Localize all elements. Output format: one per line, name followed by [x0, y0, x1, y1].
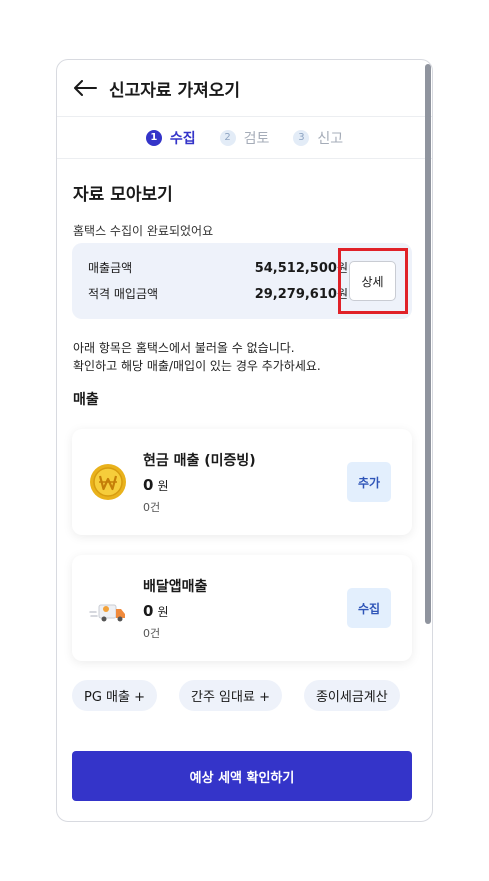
back-arrow-icon[interactable]: [73, 78, 99, 98]
card-count: 0건: [143, 501, 161, 514]
collection-status-text: 홈택스 수집이 완료되었어요: [73, 224, 214, 238]
notice-line-2: 확인하고 해당 매출/매입이 있는 경우 추가하세요.: [73, 359, 321, 373]
purchase-amount-row: 적격 매입금액 29,279,610원: [88, 285, 348, 302]
card-amount-number: 0: [143, 602, 154, 620]
detail-button[interactable]: 상세: [349, 261, 396, 301]
step-collect: 1 수집: [145, 128, 196, 148]
step-number: 3: [293, 129, 310, 146]
sales-amount-label: 매출금액: [88, 261, 133, 275]
notice-text: 아래 항목은 홈택스에서 불러올 수 없습니다. 확인하고 해당 매출/매입이 …: [73, 339, 321, 375]
page-title: 신고자료 가져오기: [109, 80, 241, 101]
card-title: 배달앱매출: [143, 579, 208, 595]
step-label: 수집: [169, 130, 196, 147]
sales-heading: 매출: [73, 392, 99, 408]
delivery-sales-card: 배달앱매출 0원 0건 수집: [72, 555, 412, 661]
scrollbar[interactable]: [425, 64, 431, 624]
step-label: 검토: [243, 130, 270, 147]
card-title: 현금 매출 (미증빙): [143, 453, 256, 469]
step-number: 1: [145, 129, 162, 146]
add-item-chips: PG 매출 + 간주 임대료 + 종이세금계산: [72, 680, 412, 712]
add-cash-sales-button[interactable]: 추가: [347, 462, 391, 502]
sales-amount-number: 54,512,500: [254, 261, 337, 276]
sales-amount-row: 매출금액 54,512,500원: [88, 259, 348, 276]
delivery-truck-icon: [88, 588, 128, 628]
purchase-amount-label: 적격 매입금액: [88, 287, 159, 301]
card-amount-unit: 원: [157, 479, 169, 493]
step-file: 3 신고: [293, 128, 343, 148]
step-number: 2: [219, 129, 236, 146]
step-review: 2 검토: [219, 128, 270, 148]
card-amount-number: 0: [143, 476, 154, 494]
collect-delivery-sales-button[interactable]: 수집: [347, 588, 391, 628]
card-amount: 0원: [143, 476, 168, 494]
step-label: 신고: [317, 130, 344, 147]
chip-pg-sales[interactable]: PG 매출 +: [72, 680, 157, 711]
progress-stepper: 1 수집 2 검토 3 신고: [57, 117, 432, 159]
estimate-tax-button[interactable]: 예상 세액 확인하기: [72, 751, 412, 801]
purchase-amount-number: 29,279,610: [254, 287, 337, 302]
section-title: 자료 모아보기: [73, 185, 173, 205]
app-frame: 신고자료 가져오기 1 수집 2 검토 3 신고 자료 모아보기 홈택스 수집이…: [56, 59, 433, 822]
chip-deemed-rent[interactable]: 간주 임대료 +: [179, 680, 282, 711]
card-amount: 0원: [143, 602, 168, 620]
sales-amount-value: 54,512,500원: [255, 259, 348, 276]
card-amount-unit: 원: [157, 605, 169, 619]
card-count: 0건: [143, 627, 161, 640]
notice-line-1: 아래 항목은 홈택스에서 불러올 수 없습니다.: [73, 341, 295, 355]
purchase-amount-value: 29,279,610원: [255, 285, 348, 302]
cash-sales-card: 현금 매출 (미증빙) 0원 0건 추가: [72, 429, 412, 535]
top-bar: 신고자료 가져오기: [57, 60, 432, 117]
chip-paper-invoice[interactable]: 종이세금계산: [303, 680, 400, 711]
coin-icon: [88, 462, 128, 502]
